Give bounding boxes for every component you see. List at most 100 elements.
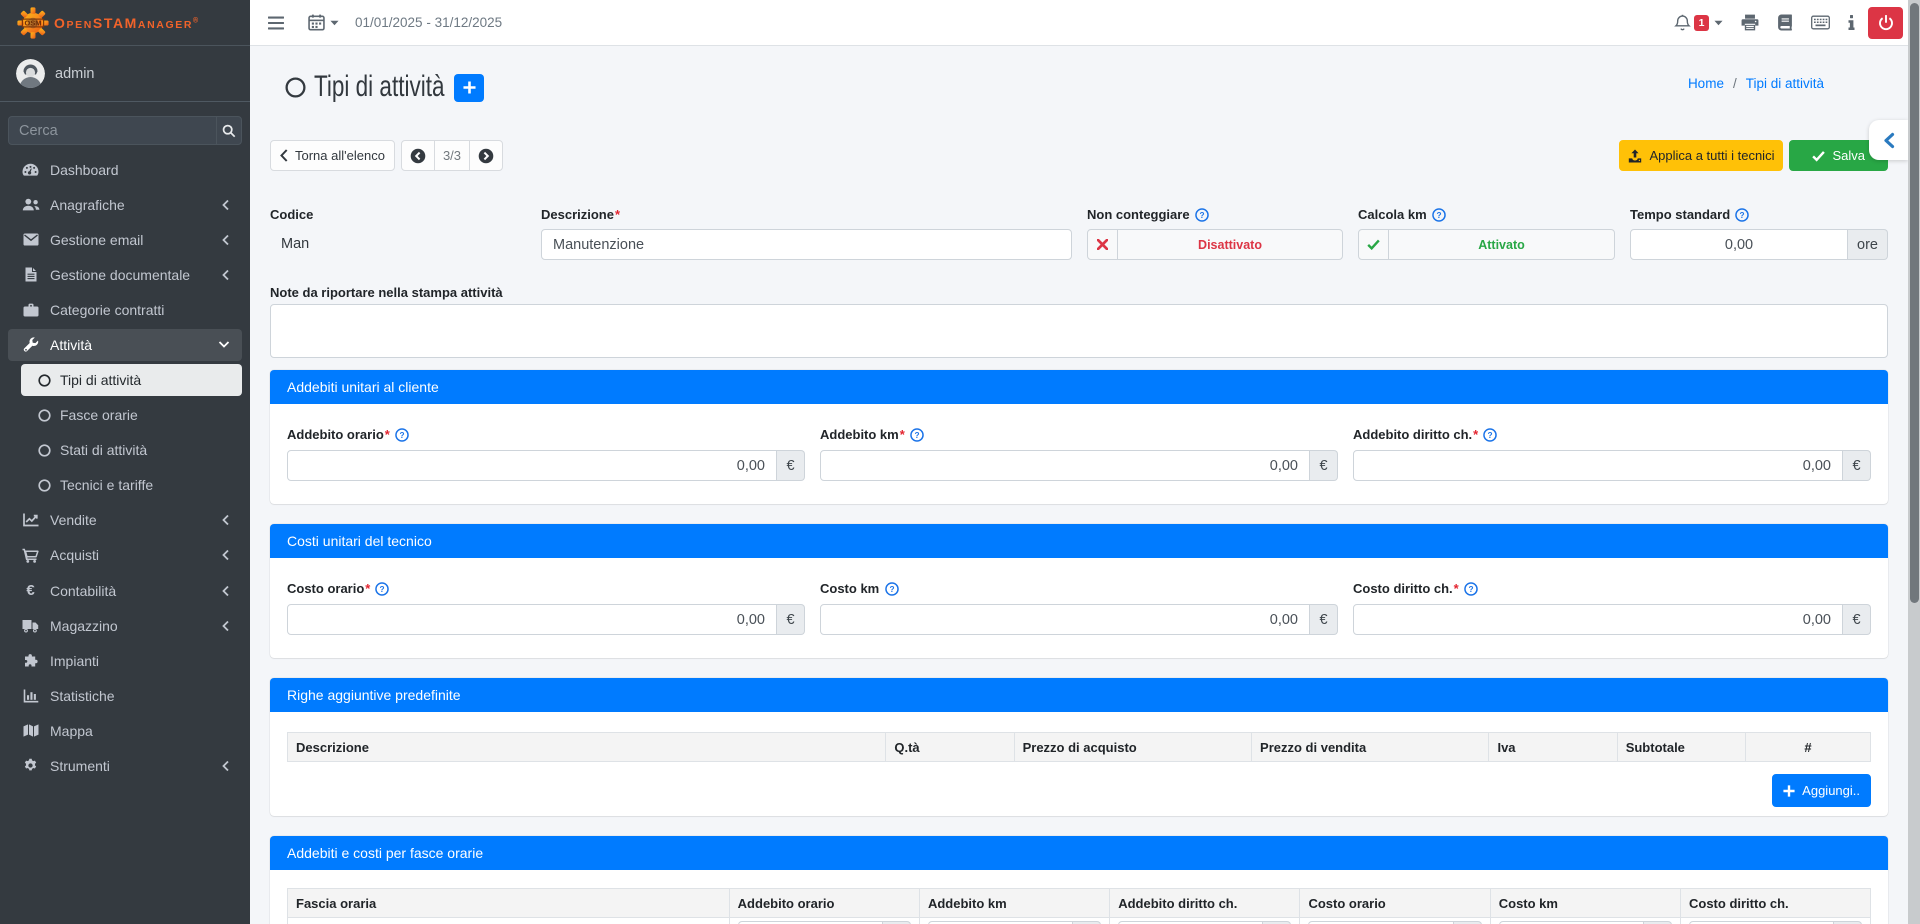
chevron-left-icon bbox=[1883, 132, 1895, 149]
sidebar-item-vendite[interactable]: Vendite bbox=[8, 505, 242, 536]
breadcrumb-current-link[interactable]: Tipi di attività bbox=[1746, 76, 1824, 91]
question-circle-icon[interactable]: ? bbox=[910, 428, 924, 442]
sidebar-search bbox=[8, 116, 242, 145]
note-label: Note da riportare nella stampa attività bbox=[270, 285, 1888, 301]
record-pager: 3/3 bbox=[401, 140, 503, 171]
question-circle-icon[interactable]: ? bbox=[1735, 208, 1749, 222]
question-circle-icon[interactable]: ? bbox=[1483, 428, 1497, 442]
sidebar-item-contabilita[interactable]: € Contabilità bbox=[8, 575, 242, 606]
plus-icon bbox=[463, 81, 476, 94]
sidebar-subitem-fasce-orarie[interactable]: Fasce orarie bbox=[21, 400, 242, 431]
sidebar-item-attivita[interactable]: Attività bbox=[8, 329, 242, 360]
costo-diritto-input[interactable] bbox=[1353, 604, 1843, 635]
tempo-standard-input[interactable] bbox=[1630, 229, 1848, 260]
sidebar-subitem-tecnici-e-tariffe[interactable]: Tecnici e tariffe bbox=[21, 470, 242, 501]
non-conteggiare-toggle[interactable]: Disattivato bbox=[1087, 229, 1343, 260]
search-input[interactable] bbox=[9, 117, 216, 144]
note-textarea[interactable] bbox=[270, 304, 1888, 358]
briefcase-icon bbox=[20, 303, 41, 317]
costo-orario-input[interactable] bbox=[287, 604, 777, 635]
arrow-circle-left-icon bbox=[410, 148, 426, 164]
svg-text:?: ? bbox=[399, 430, 404, 440]
costo-km-input[interactable] bbox=[820, 604, 1310, 635]
question-circle-icon[interactable]: ? bbox=[885, 582, 899, 596]
question-circle-icon[interactable]: ? bbox=[1432, 208, 1446, 222]
truck-icon bbox=[20, 619, 41, 633]
sidebar-item-label: Contabilità bbox=[50, 583, 116, 599]
wrench-icon bbox=[20, 337, 41, 353]
add-record-button[interactable] bbox=[454, 74, 484, 102]
calcola-km-toggle[interactable]: Attivato bbox=[1358, 229, 1615, 260]
chevron-left-icon bbox=[221, 234, 230, 246]
notifications-menu[interactable]: 1 bbox=[1674, 6, 1732, 40]
sidebar-toggle-button[interactable] bbox=[260, 8, 292, 38]
search-button[interactable] bbox=[216, 117, 241, 144]
sidebar-item-label: Magazzino bbox=[50, 618, 118, 634]
breadcrumb-home-link[interactable]: Home bbox=[1688, 76, 1724, 91]
chevron-left-icon bbox=[221, 620, 230, 632]
sidebar-subitem-label: Fasce orarie bbox=[60, 407, 138, 423]
sidebar-item-gestione-documentale[interactable]: Gestione documentale bbox=[8, 259, 242, 290]
info-button[interactable] bbox=[1839, 6, 1864, 39]
svg-text:OSM: OSM bbox=[25, 18, 42, 27]
tachometer-icon bbox=[20, 162, 41, 177]
tempo-standard-group: ore bbox=[1630, 229, 1888, 260]
descrizione-label: Descrizione* bbox=[541, 207, 1072, 223]
question-circle-icon[interactable]: ? bbox=[1195, 208, 1209, 222]
content-area: Tipi di attività Home / Tipi di attività… bbox=[250, 46, 1908, 924]
print-button[interactable] bbox=[1732, 6, 1768, 39]
check-icon bbox=[1812, 150, 1825, 162]
svg-text:?: ? bbox=[914, 430, 919, 440]
next-record-button[interactable] bbox=[469, 140, 503, 171]
sidebar-item-label: Attività bbox=[50, 337, 92, 353]
back-to-list-button[interactable]: Torna all'elenco bbox=[270, 140, 395, 171]
addebito-diritto-input[interactable] bbox=[1353, 450, 1843, 481]
sidebar-subitem-stati-di-attivita[interactable]: Stati di attività bbox=[21, 435, 242, 466]
add-riga-button[interactable]: Aggiungi.. bbox=[1772, 774, 1871, 807]
fasce-col-addebito-km: Addebito km bbox=[919, 889, 1109, 918]
question-circle-icon[interactable]: ? bbox=[1464, 582, 1478, 596]
scrollbar-thumb[interactable] bbox=[1910, 3, 1919, 603]
logout-button[interactable] bbox=[1868, 7, 1903, 39]
file-icon bbox=[20, 267, 41, 282]
sidebar-item-categorie-contratti[interactable]: Categorie contratti bbox=[8, 294, 242, 325]
search-icon bbox=[222, 124, 236, 138]
euro-addon: € bbox=[1310, 604, 1338, 635]
sidebar-item-acquisti[interactable]: Acquisti bbox=[8, 540, 242, 571]
euro-addon: € bbox=[777, 450, 805, 481]
sidebar-item-dashboard[interactable]: Dashboard bbox=[8, 154, 242, 185]
apply-to-all-technicians-button[interactable]: Applica a tutti i tecnici bbox=[1619, 140, 1783, 171]
prev-record-button[interactable] bbox=[401, 140, 435, 171]
sidebar-item-magazzino[interactable]: Magazzino bbox=[8, 610, 242, 641]
brand[interactable]: OSM OPENSTAMANAGER® bbox=[0, 0, 250, 46]
calendar-menu[interactable] bbox=[300, 6, 347, 39]
sidebar-item-gestione-email[interactable]: Gestione email bbox=[8, 224, 242, 255]
codice-label: Codice bbox=[270, 207, 526, 223]
shortcuts-button[interactable] bbox=[1802, 7, 1839, 38]
addebito-km-input[interactable] bbox=[820, 450, 1310, 481]
descrizione-input[interactable] bbox=[541, 229, 1072, 260]
sidebar-subitem-tipi-di-attivita[interactable]: Tipi di attività bbox=[21, 364, 242, 395]
panel-fasce-orarie: Addebiti e costi per fasce orarie Fascia… bbox=[270, 836, 1888, 924]
field-non-conteggiare: Non conteggiare ? Disattivato bbox=[1087, 207, 1343, 260]
euro-addon: € bbox=[1843, 604, 1871, 635]
fasce-col-costo-orario: Costo orario bbox=[1300, 889, 1490, 918]
sidebar-item-anagrafiche[interactable]: Anagrafiche bbox=[8, 189, 242, 220]
sidebar-item-impianti[interactable]: Impianti bbox=[8, 645, 242, 676]
sidebar-item-statistiche[interactable]: Statistiche bbox=[8, 680, 242, 711]
right-panel-toggle[interactable] bbox=[1869, 120, 1908, 160]
gear-icon bbox=[20, 758, 41, 773]
sidebar-item-mappa[interactable]: Mappa bbox=[8, 715, 242, 746]
addebito-orario-input[interactable] bbox=[287, 450, 777, 481]
sidebar-item-strumenti[interactable]: Strumenti bbox=[8, 750, 242, 781]
user-name[interactable]: admin bbox=[55, 66, 95, 82]
date-range[interactable]: 01/01/2025 - 31/12/2025 bbox=[355, 15, 502, 30]
docs-button[interactable] bbox=[1768, 6, 1802, 39]
fasce-table-header-row: Fascia oraria Addebito orario Addebito k… bbox=[288, 889, 1871, 918]
euro-addon: € bbox=[1310, 450, 1338, 481]
question-circle-icon[interactable]: ? bbox=[395, 428, 409, 442]
fasce-table: Fascia oraria Addebito orario Addebito k… bbox=[287, 888, 1871, 924]
vertical-scrollbar[interactable] bbox=[1908, 0, 1920, 924]
avatar[interactable] bbox=[16, 59, 45, 88]
question-circle-icon[interactable]: ? bbox=[375, 582, 389, 596]
